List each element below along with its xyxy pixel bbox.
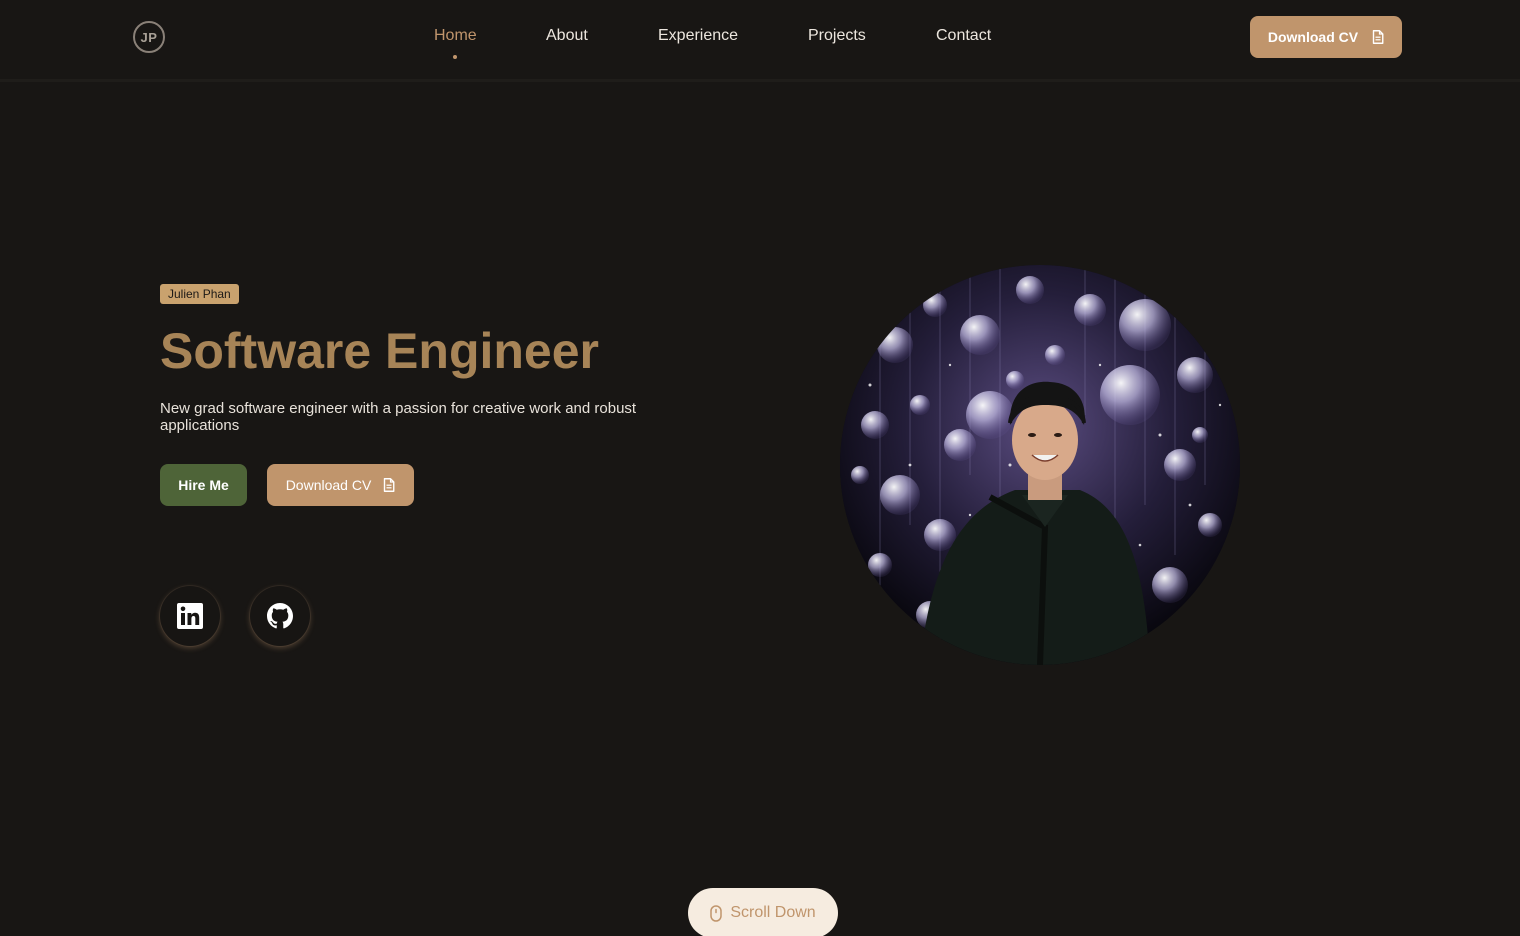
header-download-cv-button[interactable]: Download CV (1250, 16, 1402, 58)
nav-experience[interactable]: Experience (658, 27, 738, 45)
hero-description: New grad software engineer with a passio… (160, 400, 637, 434)
hire-me-button[interactable]: Hire Me (160, 464, 247, 506)
scroll-down-button[interactable]: Scroll Down (688, 888, 838, 936)
nav-home[interactable]: Home (434, 27, 477, 59)
portrait-illustration (840, 265, 1240, 665)
scroll-down-label: Scroll Down (730, 904, 816, 921)
page: JP Home About Experience Projects Contac… (0, 0, 1520, 936)
github-button[interactable] (250, 586, 310, 646)
linkedin-icon (177, 603, 203, 629)
name-badge: Julien Phan (160, 284, 239, 304)
nav-contact-label: Contact (936, 27, 992, 44)
nav-projects-label: Projects (808, 27, 866, 44)
nav-contact[interactable]: Contact (936, 27, 991, 45)
github-icon (267, 603, 293, 629)
document-icon (1372, 30, 1384, 44)
nav-about-label: About (546, 27, 588, 44)
linkedin-button[interactable] (160, 586, 220, 646)
nav-experience-label: Experience (658, 27, 739, 44)
site-header: JP Home About Experience Projects Contac… (0, 0, 1520, 82)
nav-projects[interactable]: Projects (808, 27, 866, 45)
header-download-cv-label: Download CV (1267, 29, 1359, 45)
hero-title: Software Engineer (160, 323, 599, 379)
mouse-icon (710, 904, 723, 922)
active-indicator-dot (453, 55, 458, 59)
nav-home-label: Home (434, 27, 477, 44)
hero-download-cv-button[interactable]: Download CV (267, 464, 414, 506)
nav-about[interactable]: About (546, 27, 588, 45)
portrait-photo (840, 265, 1240, 665)
hire-me-label: Hire Me (178, 477, 229, 493)
document-icon (384, 478, 395, 492)
hero-download-cv-label: Download CV (285, 477, 372, 493)
